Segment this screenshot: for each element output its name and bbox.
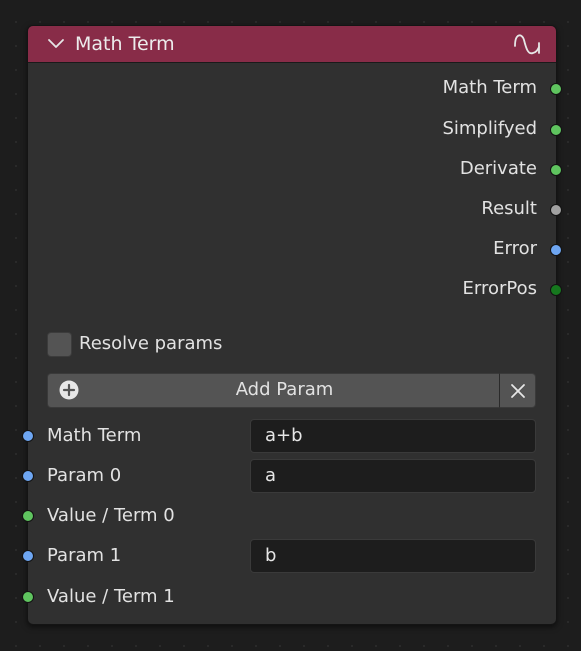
output-socket-errorpos[interactable]	[550, 284, 562, 296]
output-label-result: Result	[481, 198, 537, 219]
output-label-error: Error	[493, 238, 537, 259]
output-socket-error[interactable]	[550, 244, 562, 256]
input-socket-param-1[interactable]	[22, 550, 34, 562]
output-socket-result[interactable]	[550, 204, 562, 216]
resolve-params-checkbox[interactable]	[47, 332, 72, 357]
chevron-down-icon[interactable]	[47, 37, 65, 51]
input-socket-value-term-0[interactable]	[22, 510, 34, 522]
input-socket-math-term[interactable]	[22, 430, 34, 442]
output-label-math-term: Math Term	[442, 77, 537, 98]
wave-icon	[514, 34, 540, 55]
input-label-value-term-0: Value / Term 0	[47, 505, 175, 526]
input-label-math-term: Math Term	[47, 425, 142, 446]
output-label-errorpos: ErrorPos	[462, 278, 537, 299]
node-title: Math Term	[75, 33, 175, 55]
add-param-button[interactable]: Add Param	[47, 373, 499, 408]
output-socket-derivate[interactable]	[550, 164, 562, 176]
output-label-simplifyed: Simplifyed	[442, 118, 537, 139]
resolve-params-label: Resolve params	[79, 333, 223, 354]
add-param-label: Add Param	[235, 379, 334, 400]
input-socket-value-term-1[interactable]	[22, 591, 34, 603]
math-term-node[interactable]: Math Term Math Term Simplifyed Derivate …	[22, 25, 562, 625]
node-header[interactable]: Math Term	[28, 26, 556, 63]
input-label-param-1: Param 1	[47, 545, 122, 566]
input-socket-param-0[interactable]	[22, 470, 34, 482]
output-socket-simplifyed[interactable]	[550, 124, 562, 136]
param-1-field[interactable]: b	[250, 539, 536, 573]
param-0-field[interactable]: a	[250, 459, 536, 493]
input-label-value-term-1: Value / Term 1	[47, 586, 175, 607]
input-label-param-0: Param 0	[47, 465, 122, 486]
output-socket-math-term[interactable]	[550, 83, 562, 95]
close-icon	[511, 384, 525, 398]
math-term-field[interactable]: a+b	[250, 419, 536, 453]
output-label-derivate: Derivate	[459, 158, 537, 179]
remove-param-button[interactable]	[499, 373, 536, 408]
